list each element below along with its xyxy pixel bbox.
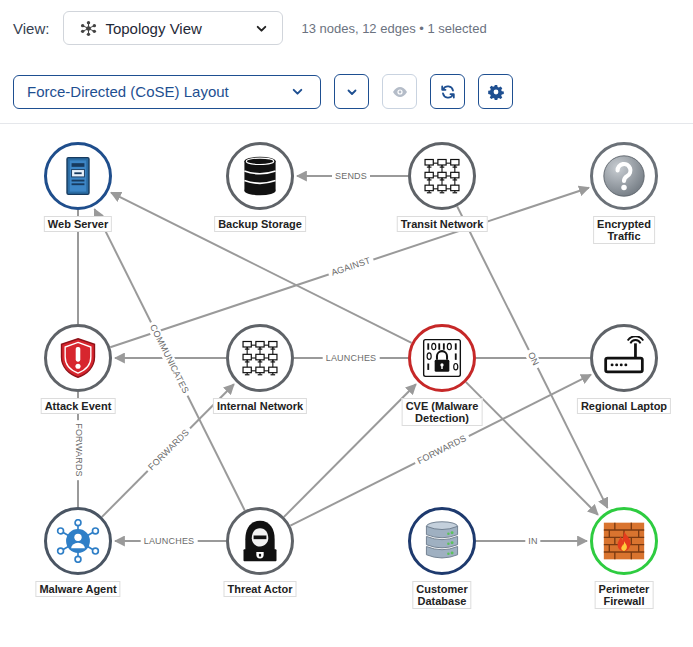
- chevron-button[interactable]: [334, 74, 369, 109]
- graph-canvas[interactable]: SENDSAGAINSTLAUNCHESONFORWARDSCOMMUNICAT…: [0, 124, 693, 647]
- edge-layer: [0, 124, 693, 647]
- chevron-down-icon: [291, 85, 304, 98]
- topology-icon: [80, 20, 97, 37]
- gear-icon: [488, 84, 504, 100]
- graph-node[interactable]: Threat Actor: [226, 507, 294, 575]
- node-circle[interactable]: [590, 324, 658, 392]
- graph-node[interactable]: Backup Storage: [226, 142, 294, 210]
- firewall-icon: [602, 519, 646, 563]
- eye-button[interactable]: [382, 74, 417, 109]
- node-label: Malware Agent: [35, 581, 120, 597]
- refresh-button[interactable]: [430, 74, 465, 109]
- node-label: Internal Network: [213, 398, 307, 414]
- chevron-down-icon: [344, 84, 360, 100]
- agent-network-icon: [56, 519, 100, 563]
- graph-node[interactable]: Malware Agent: [44, 507, 112, 575]
- graph-node[interactable]: Regional Laptop: [590, 324, 658, 392]
- layout-value: Force-Directed (CoSE) Layout: [27, 83, 291, 100]
- node-label: Web Server: [44, 216, 112, 232]
- eye-icon: [392, 84, 408, 100]
- shield-alert-icon: [56, 336, 100, 380]
- node-label: Attack Event: [41, 398, 116, 414]
- server-icon: [56, 154, 100, 198]
- node-label: Threat Actor: [224, 581, 297, 597]
- edge-label: LAUNCHES: [323, 353, 380, 364]
- edge-line[interactable]: [95, 209, 245, 510]
- node-circle[interactable]: [408, 142, 476, 210]
- graph-node[interactable]: Web Server: [44, 142, 112, 210]
- node-label: Customer Database: [412, 581, 471, 609]
- topology-page: View: Topology View 13 nodes, 12 edges •…: [0, 0, 693, 647]
- graph-summary: 13 nodes, 12 edges • 1 selected: [301, 21, 486, 36]
- edge-label: FORWARDS: [413, 431, 471, 468]
- gear-button[interactable]: [478, 74, 513, 109]
- node-label: CVE (Malware Detection): [402, 398, 483, 426]
- edge-line[interactable]: [110, 188, 589, 348]
- node-circle[interactable]: [590, 507, 658, 575]
- graph-node[interactable]: Transit Network: [408, 142, 476, 210]
- node-circle[interactable]: [408, 507, 476, 575]
- node-circle[interactable]: [226, 507, 294, 575]
- graph-node[interactable]: Perimeter Firewall: [590, 507, 658, 575]
- view-value: Topology View: [105, 20, 247, 37]
- node-circle[interactable]: [44, 324, 112, 392]
- node-circle[interactable]: [226, 142, 294, 210]
- edge-label: SENDS: [332, 171, 370, 182]
- node-circle[interactable]: [590, 142, 658, 210]
- node-label: Perimeter Firewall: [595, 581, 654, 609]
- chevron-down-icon: [255, 22, 268, 35]
- node-circle[interactable]: [226, 324, 294, 392]
- node-label: Backup Storage: [214, 216, 306, 232]
- view-label: View:: [13, 20, 49, 37]
- node-label: Transit Network: [397, 216, 488, 232]
- edge-label: LAUNCHES: [141, 536, 198, 547]
- node-circle[interactable]: [44, 142, 112, 210]
- edge-label: FORWARDS: [144, 424, 194, 474]
- edge-label: FORWARDS: [73, 420, 84, 480]
- database-stack-icon: [420, 519, 464, 563]
- network-icon: [238, 336, 282, 380]
- graph-node[interactable]: Encrypted Traffic: [590, 142, 658, 210]
- network-icon: [420, 154, 464, 198]
- hacker-icon: [238, 519, 282, 563]
- edge-line[interactable]: [290, 375, 591, 526]
- database-icon: [238, 154, 282, 198]
- edge-line[interactable]: [457, 206, 607, 507]
- edge-label: AGAINST: [327, 254, 375, 279]
- router-icon: [602, 336, 646, 380]
- malware-lock-icon: [420, 336, 464, 380]
- graph-node[interactable]: CVE (Malware Detection): [408, 324, 476, 392]
- layout-bar: Force-Directed (CoSE) Layout: [0, 45, 693, 124]
- node-label: Regional Laptop: [577, 398, 671, 414]
- view-bar: View: Topology View 13 nodes, 12 edges •…: [0, 0, 693, 45]
- layout-dropdown[interactable]: Force-Directed (CoSE) Layout: [13, 75, 321, 109]
- graph-node[interactable]: Customer Database: [408, 507, 476, 575]
- graph-node[interactable]: Internal Network: [226, 324, 294, 392]
- view-dropdown[interactable]: Topology View: [63, 11, 283, 45]
- node-circle[interactable]: [408, 324, 476, 392]
- graph-node[interactable]: Attack Event: [44, 324, 112, 392]
- refresh-icon: [440, 84, 456, 100]
- node-circle[interactable]: [44, 507, 112, 575]
- node-label: Encrypted Traffic: [593, 216, 655, 244]
- question-icon: [602, 154, 646, 198]
- edge-label: IN: [525, 536, 540, 547]
